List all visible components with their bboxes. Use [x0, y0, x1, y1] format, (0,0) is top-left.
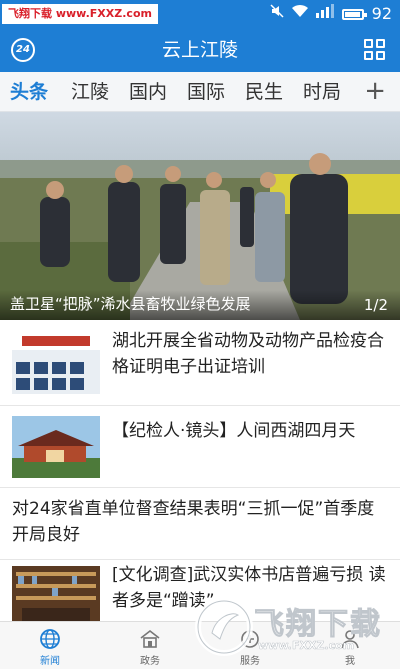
signal-icon	[315, 3, 334, 25]
government-icon	[140, 629, 160, 648]
news-thumbnail	[12, 332, 100, 394]
tab-livelihood[interactable]: 民生	[245, 72, 283, 112]
battery-icon	[341, 8, 367, 20]
tab-international[interactable]: 国际	[187, 72, 225, 112]
headline-banner[interactable]: 盖卫星“把脉”浠水县畜牧业绿色发展 1/2	[0, 112, 400, 320]
nav-government[interactable]: 政务	[100, 622, 200, 669]
banner-pager: 1/2	[363, 296, 388, 314]
grid-menu-button[interactable]	[364, 39, 386, 61]
tab-headlines[interactable]: 头条	[10, 72, 48, 112]
news-thumbnail	[12, 416, 100, 478]
news-title: 【纪检人·镜头】人间西湖四月天	[112, 421, 356, 441]
mute-icon	[270, 3, 284, 25]
banner-caption: 盖卫星“把脉”浠水县畜牧业绿色发展 1/2	[0, 290, 400, 320]
battery-percent: 92	[371, 4, 392, 23]
watermark-logo-icon	[195, 598, 253, 656]
grid-icon-cell	[364, 51, 373, 60]
grid-icon	[364, 39, 373, 48]
tab-jiangling[interactable]: 江陵	[71, 72, 109, 112]
grid-icon-cell	[376, 51, 385, 60]
watermark-bottom: 飞翔下载 www.FXXZ.com	[192, 595, 392, 665]
tab-domestic[interactable]: 国内	[129, 72, 167, 112]
list-item[interactable]: 湖北开展全省动物及动物产品检疫合格证明电子出证培训	[0, 320, 400, 406]
nav-news[interactable]: 新闻	[0, 622, 100, 669]
grid-icon-cell	[376, 39, 385, 48]
app-header: 24 云上江陵	[0, 28, 400, 72]
wifi-icon	[291, 4, 308, 25]
watermark-url: www.FXXZ.com	[258, 639, 355, 652]
nav-label: 政务	[140, 656, 160, 667]
channel-tabs: 头条 江陵 国内 国际 民生 时局 +	[0, 72, 400, 112]
nav-label: 新闻	[40, 656, 60, 667]
news-thumbnail	[12, 566, 100, 628]
banner-photo	[0, 112, 400, 320]
watermark-text: 飞翔下载	[254, 607, 382, 643]
news-title: 对24家省直单位督查结果表明“三抓一促”首季度开局良好	[12, 499, 375, 545]
news-title: 湖北开展全省动物及动物产品检疫合格证明电子出证培训	[112, 331, 384, 377]
watermark-top: 飞翔下载 www.FXXZ.com	[2, 4, 158, 24]
page-title: 云上江陵	[161, 39, 238, 61]
status-bar: 飞翔下载 www.FXXZ.com 92	[0, 0, 400, 28]
list-item[interactable]: 【纪检人·镜头】人间西湖四月天	[0, 406, 400, 488]
banner-caption-text: 盖卫星“把脉”浠水县畜牧业绿色发展	[10, 295, 251, 313]
battery-fill	[344, 11, 360, 17]
add-channel-button[interactable]: +	[364, 72, 386, 112]
status-icons: 92	[270, 3, 392, 25]
tab-current-affairs[interactable]: 时局	[303, 72, 341, 112]
list-item[interactable]: 对24家省直单位督查结果表明“三抓一促”首季度开局良好	[0, 488, 400, 560]
globe-icon	[40, 629, 60, 649]
